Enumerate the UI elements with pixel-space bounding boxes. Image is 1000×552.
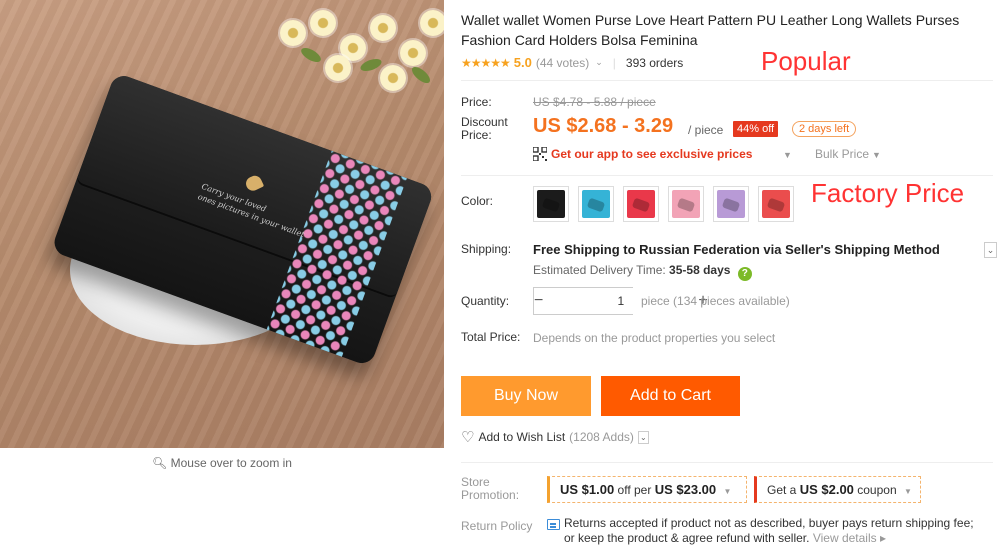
price-unit: / piece [688, 123, 724, 137]
chevron-down-icon[interactable]: ▼ [723, 487, 731, 496]
annotation-popular: Popular [761, 46, 851, 76]
store-promotion-label: Store Promotion: [461, 475, 520, 502]
delivery-estimate: Estimated Delivery Time: 35-58 days ? [533, 263, 752, 281]
return-policy-text: Returns accepted if product not as descr… [564, 516, 984, 546]
rating-votes[interactable]: (44 votes) [536, 56, 589, 70]
qr-code-icon [533, 147, 547, 161]
color-swatch-red[interactable] [623, 186, 659, 222]
chevron-right-icon[interactable]: ▸ [880, 531, 886, 545]
return-policy-body: Returns accepted if product not as descr… [564, 516, 974, 545]
divider [461, 462, 993, 463]
rating-row: ★★★★★ 5.0 (44 votes) ⌄ | 393 orders [461, 55, 683, 70]
shipping-label: Shipping: [461, 242, 512, 256]
price-label: Price: [461, 95, 492, 109]
view-details-link[interactable]: View details [813, 531, 877, 545]
product-info-panel: Wallet wallet Women Purse Love Heart Pat… [461, 0, 1000, 552]
color-swatch-purple[interactable] [713, 186, 749, 222]
chevron-down-icon[interactable]: ▼ [783, 150, 792, 160]
color-swatch-blue[interactable] [578, 186, 614, 222]
quantity-available: piece (134 pieces available) [641, 294, 790, 308]
delivery-estimate-value: 35-58 days [669, 263, 731, 277]
buy-now-button[interactable]: Buy Now [461, 376, 591, 416]
annotation-factory-price: Factory Price [811, 178, 965, 208]
add-to-wishlist[interactable]: ♡ Add to Wish List (1208 Adds) ⌄ [461, 428, 649, 446]
wishlist-label[interactable]: Add to Wish List [478, 430, 565, 444]
zoom-hint: 🔍︎ Mouse over to zoom in [0, 448, 444, 478]
bulk-price-link[interactable]: Bulk Price [815, 147, 869, 161]
time-left-badge: 2 days left [792, 121, 857, 137]
wishlist-count: (1208 Adds) [569, 430, 634, 444]
color-swatches [533, 186, 794, 222]
coupon-threshold: US $23.00 [654, 482, 717, 497]
discount-badge: 44% off [733, 121, 779, 137]
original-price: US $4.78 - 5.88 / piece [533, 95, 656, 109]
coupon-mid-text: off per [617, 483, 652, 497]
discount-price: US $2.68 - 3.29 [533, 115, 674, 137]
heart-icon[interactable]: ♡ [461, 428, 474, 446]
total-price-value: Depends on the product properties you se… [533, 331, 776, 345]
orders-count: 393 orders [625, 55, 684, 70]
zoom-hint-text: Mouse over to zoom in [170, 456, 292, 470]
chevron-down-icon[interactable]: ▼ [872, 150, 881, 160]
color-swatch-pink[interactable] [668, 186, 704, 222]
color-label: Color: [461, 194, 494, 208]
total-price-label: Total Price: [461, 330, 521, 344]
chevron-down-icon[interactable]: ⌄ [595, 57, 603, 68]
quantity-stepper: − + [533, 287, 708, 315]
chevron-down-icon[interactable]: ▼ [904, 487, 912, 496]
shipping-dropdown-icon[interactable]: ⌄ [984, 242, 997, 258]
coupon-suffix: coupon [857, 483, 897, 497]
shipping-method[interactable]: Free Shipping to Russian Federation via … [533, 242, 940, 257]
get-coupon-button[interactable]: Get a US $2.00 coupon ▼ [754, 476, 921, 503]
flowers-decoration [240, 0, 444, 100]
product-title: Wallet wallet Women Purse Love Heart Pat… [461, 12, 960, 48]
store-discount-coupon[interactable]: US $1.00 off per US $23.00 ▼ [547, 476, 747, 503]
product-image[interactable]: Carry your loved ones pictures in your w… [0, 0, 444, 448]
coupon-prefix: Get a [767, 483, 797, 497]
discount-price-label: Discount Price: [461, 115, 508, 142]
quantity-decrease-button[interactable]: − [534, 288, 543, 314]
color-swatch-watermelon[interactable] [758, 186, 794, 222]
return-policy-label: Return Policy [461, 519, 533, 533]
add-to-cart-button[interactable]: Add to Cart [601, 376, 740, 416]
chevron-down-icon[interactable]: ⌄ [637, 430, 649, 444]
color-swatch-black[interactable] [533, 186, 569, 222]
rating-score[interactable]: 5.0 [514, 55, 532, 70]
divider [461, 175, 993, 176]
divider: | [612, 55, 616, 70]
quantity-label: Quantity: [461, 294, 510, 308]
app-exclusive-link[interactable]: Get our app to see exclusive prices [551, 147, 752, 161]
return-policy-icon [547, 519, 560, 530]
divider [461, 80, 993, 81]
delivery-estimate-label: Estimated Delivery Time: [533, 263, 666, 277]
help-icon[interactable]: ? [737, 267, 752, 281]
magnifier-icon: 🔍︎ [152, 456, 168, 470]
coupon-discount-amount: US $1.00 [560, 482, 615, 497]
star-rating-icon: ★★★★★ [461, 55, 511, 70]
coupon-amount: US $2.00 [799, 482, 854, 497]
